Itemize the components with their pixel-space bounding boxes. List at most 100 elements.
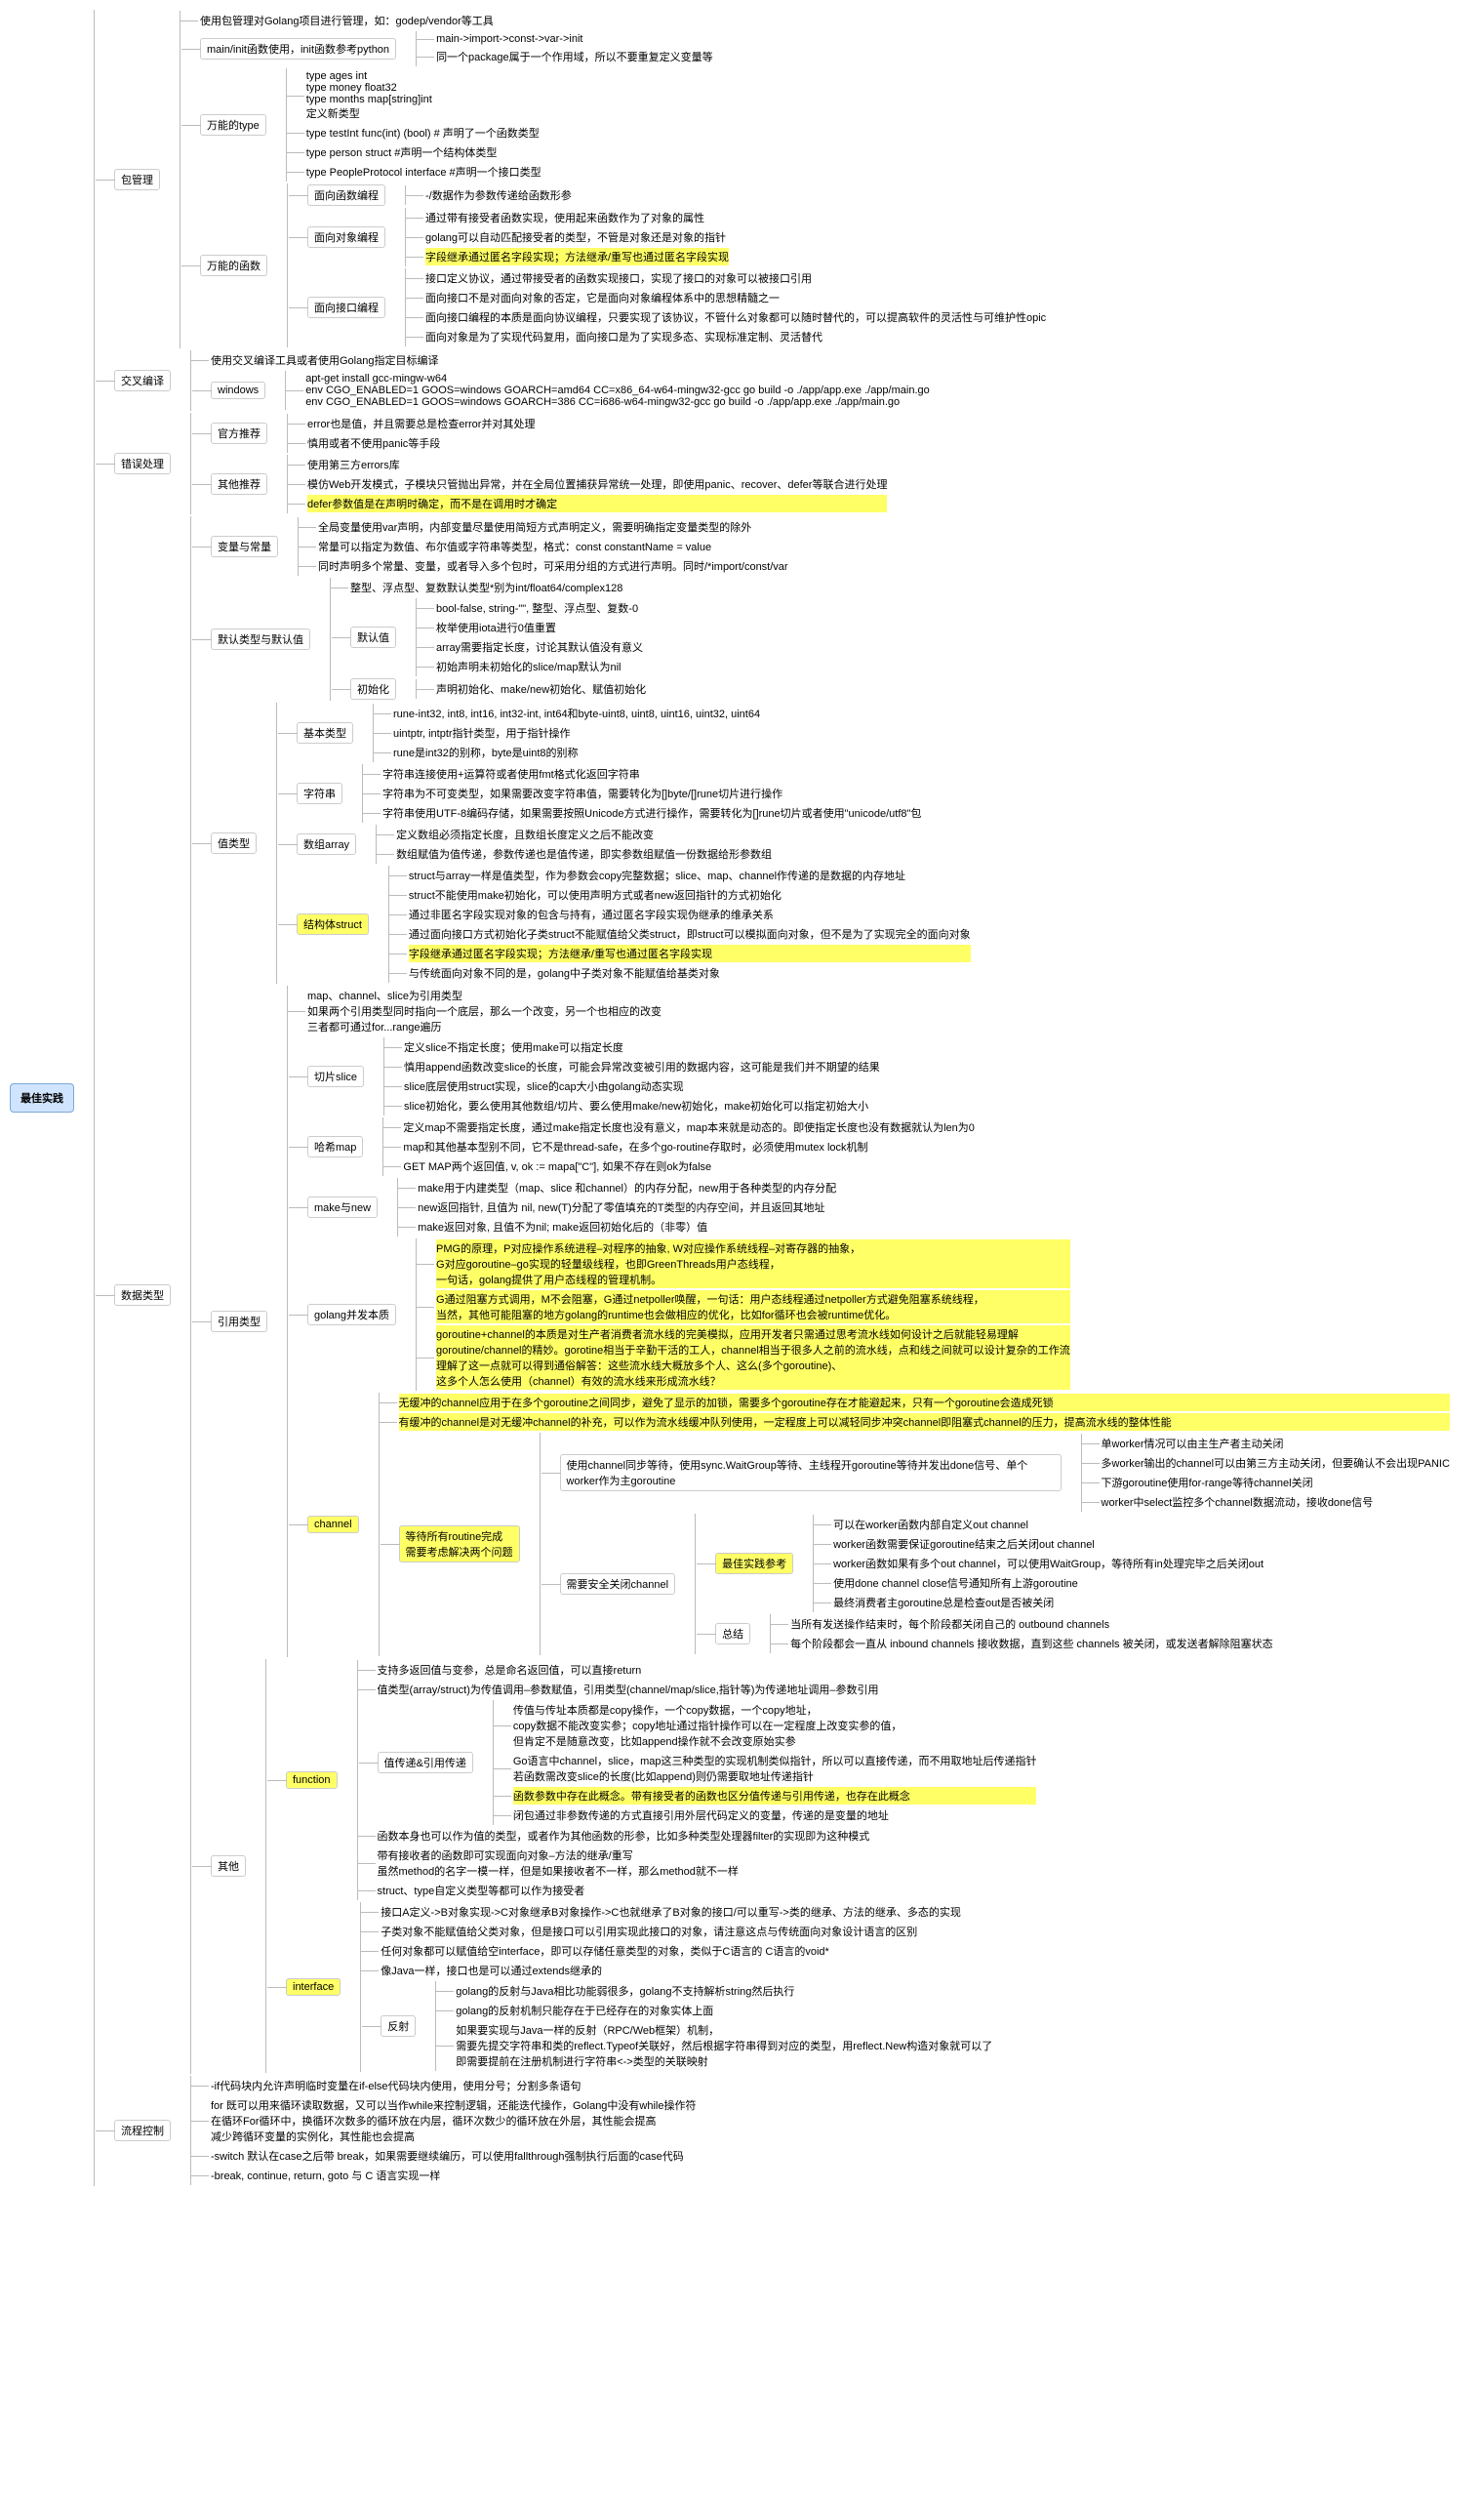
- leaf: struct与array一样是值类型，作为参数会copy完整数据；slice、m…: [409, 867, 971, 884]
- leaf-text: goroutine+channel的本质是对生产者消费者流水线的完美模拟，应用开…: [436, 1326, 1070, 1342]
- leaf: 闭包通过非参数传递的方式直接引用外层代码定义的变量，传递的是变量的地址: [513, 1806, 1037, 1824]
- leaf: rune是int32的别称，byte是uint8的别称: [393, 744, 760, 761]
- leaf: slice初始化，要么使用其他数组/切片、要么使用make/new初始化，mak…: [404, 1097, 880, 1115]
- leaf: 同一个package属于一个作用域，所以不要重复定义变量等: [436, 48, 713, 65]
- leaf-text: G通过阻塞方式调用，M不会阻塞，G通过netpoller唤醒，一句话：用户态线程…: [436, 1291, 1070, 1307]
- leaf: 每个阶段都会一直从 inbound channels 接收数据，直到这些 cha…: [790, 1635, 1273, 1652]
- leaf: -switch 默认在case之后带 break，如果需要继续编历，可以使用fa…: [211, 2147, 697, 2165]
- leaf: 全局变量使用var声明，内部变量尽量使用简短方式声明定义，需要明确指定变量类型的…: [318, 518, 788, 536]
- leaf: apt-get install gcc-mingw-w64 env CGO_EN…: [305, 372, 930, 409]
- leaf-text: env CGO_ENABLED=1 GOOS=windows GOARCH=38…: [305, 396, 930, 408]
- leaf: 多worker输出的channel可以由第三方主动关闭，但要确认不会出现PANI…: [1102, 1454, 1450, 1472]
- leaf: 函数本身也可以作为值的类型，或者作为其他函数的形参，比如多种类型处理器filte…: [378, 1827, 1037, 1845]
- proc-node: 面向函数编程 -/数据作为参数传递给函数形参: [288, 184, 1046, 206]
- leaf: 使用交叉编译工具或者使用Golang指定目标编译: [211, 351, 930, 369]
- leaf: struct、type自定义类型等都可以作为接受者: [378, 1882, 1037, 1899]
- leaf: 通过非匿名字段实现对象的包含与持有，通过匿名字段实现伪继承的维承关系: [409, 906, 971, 923]
- leaf: 同时声明多个常量、变量，或者导入多个包时，可采用分组的方式进行声明。同时/*im…: [318, 557, 788, 575]
- mn-node: make与new make用于内建类型（map、slice 和channel）的…: [288, 1178, 1450, 1237]
- leaf: 整型、浮点型、复数默认类型*别为int/float64/complex128: [350, 579, 646, 596]
- refl-node: 反射 golang的反射与Java相比功能弱很多，golang不支持解析stri…: [361, 1981, 992, 2071]
- leaf: 带有接收者的函数即可实现面向对象–方法的继承/重写 虽然method的名字一模一…: [378, 1846, 1037, 1880]
- leaf-text: 即需要提前在注册机制进行字符串<->类型的关联映射: [456, 2053, 992, 2069]
- leaf: 接口定义协议，通过带接受者的函数实现接口，实现了接口的对象可以被接口引用: [425, 269, 1046, 287]
- leaf: uintptr, intptr指针类型，用于指针操作: [393, 724, 760, 742]
- official-node: 官方推荐 error也是值，并且需要总是检查error并对其处理 慎用或者不使用…: [191, 414, 887, 453]
- leaf: 枚举使用iota进行0值重置: [436, 619, 643, 636]
- leaf: 支持多返回值与变参，总是命名返回值，可以直接return: [378, 1661, 1037, 1679]
- leaf: main->import->const->var->init: [436, 32, 713, 46]
- leaf: 当所有发送操作结束时，每个阶段都关闭自己的 outbound channels: [790, 1615, 1273, 1633]
- leaf: 面向对象是为了实现代码复用，面向接口是为了实现多态、实现标准定制、灵活替代: [425, 328, 1046, 345]
- leaf-hl: 字段继承通过匿名字段实现；方法继承/重写也通过匿名字段实现: [425, 248, 729, 265]
- leaf: 可以在worker函数内部自定义out channel: [833, 1516, 1263, 1533]
- sync-node: 使用channel同步等待，使用sync.WaitGroup等待、主线程开gor…: [541, 1434, 1450, 1512]
- leaf-text: 如果要实现与Java一样的反射（RPC/Web框架）机制，: [456, 2022, 992, 2038]
- leaf: 使用第三方errors库: [307, 456, 887, 473]
- map-node: 哈希map 定义map不需要指定长度，通过make指定长度也没有意义，map本来…: [288, 1117, 1450, 1176]
- leaf-text: goroutine/channel的精妙。gorotine相当于辛勤干活的工人，…: [436, 1342, 1070, 1358]
- leaf-hl: goroutine+channel的本质是对生产者消费者流水线的完美模拟，应用开…: [436, 1325, 1070, 1390]
- leaf: 定义map不需要指定长度，通过make指定长度也没有意义，map本来就是动态的。…: [403, 1118, 975, 1136]
- leaf: 字符串使用UTF-8编码存储，如果需要按照Unicode方式进行操作，需要转化为…: [382, 804, 921, 822]
- leaf: Go语言中channel，slice，map这三种类型的实现机制类似指针，所以可…: [513, 1752, 1037, 1785]
- varconst-node: 变量与常量 全局变量使用var声明，内部变量尽量使用简短方式声明定义，需要明确指…: [191, 517, 1450, 576]
- leaf-text: 传值与传址本质都是copy操作，一个copy数据，一个copy地址，: [513, 1702, 1037, 1718]
- leaf-hl: G通过阻塞方式调用，M不会阻塞，G通过netpoller唤醒，一句话：用户态线程…: [436, 1290, 1070, 1323]
- leaf-text: type money float32: [306, 82, 541, 94]
- leaf: 定义slice不指定长度；使用make可以指定长度: [404, 1038, 880, 1056]
- arr-node: 数组array 定义数组必须指定长度，且数组长度定义之后不能改变 数组赋值为值传…: [277, 825, 971, 864]
- leaf-text: 带有接收者的函数即可实现面向对象–方法的继承/重写: [378, 1847, 1037, 1863]
- leaf: -if代码块内允许声明临时变量在if-else代码块内使用，使用分号；分割多条语…: [211, 2077, 697, 2094]
- leaf-text: 这多个人怎么使用（channel）有效的流水线来形成流水线？: [436, 1373, 1070, 1389]
- leaf-hl: 无缓冲的channel应用于在多个goroutine之间同步，避免了显示的加锁，…: [399, 1394, 1450, 1411]
- leaf: 通过面向接口方式初始化子类struct不能赋值给父类struct，即struct…: [409, 925, 971, 943]
- leaf: golang可以自动匹配接受者的类型，不管是对象还是对象的指针: [425, 228, 729, 246]
- leaf-text: 如果两个引用类型同时指向一个底层，那么一个改变，另一个也相应的改变: [307, 1003, 1450, 1019]
- leaf: 子类对象不能赋值给父类对象，但是接口可以引用实现此接口的对象，请注意这点与传统面…: [381, 1923, 992, 1940]
- deftype-node: 默认类型与默认值 整型、浮点型、复数默认类型*别为int/float64/com…: [191, 578, 1450, 701]
- leaf: 数组赋值为值传递，参数传递也是值传递，即实参数组赋值一份数据给形参数组: [396, 845, 772, 863]
- leaf: golang的反射与Java相比功能弱很多，golang不支持解析string然…: [456, 1982, 992, 2000]
- root-node: 最佳实践: [10, 1083, 74, 1113]
- leaf: 使用done channel close信号通知所有上游goroutine: [833, 1574, 1263, 1592]
- leaf: 慎用或者不使用panic等手段: [307, 434, 535, 452]
- leaf-text: PMG的原理，P对应操作系统进程–对程序的抽象, W对应操作系统线程–对寄存器的…: [436, 1240, 1070, 1256]
- dtype-node: 数据类型 变量与常量 全局变量使用var声明，内部变量尽量使用简短方式声明定义，…: [95, 516, 1450, 2074]
- leaf: 值类型(array/struct)为传值调用–参数赋值，引用类型(channel…: [378, 1681, 1037, 1698]
- leaf: new返回指针, 且值为 nil, new(T)分配了零值填充的T类型的内存空间…: [418, 1198, 836, 1216]
- flow-node: 流程控制 -if代码块内允许声明临时变量在if-else代码块内使用，使用分号；…: [95, 2076, 1450, 2185]
- leaf: 使用包管理对Golang项目进行管理，如：godep/vendor等工具: [200, 12, 1046, 29]
- leaf: make返回对象, 且值不为nil; make返回初始化后的（非零）值: [418, 1218, 836, 1236]
- leaf-text: type ages int: [306, 70, 541, 82]
- leaf-hl: defer参数值是在声明时确定，而不是在调用时才确定: [307, 495, 887, 512]
- other-dtype-node: 其他 function 支持多返回值与变参，总是命名返回值，可以直接return…: [191, 1659, 1450, 2073]
- type-node: 万能的type type ages int type money float32…: [180, 68, 1046, 182]
- leaf-text: copy数据不能改变实参；copy地址通过指针操作可以在一定程度上改变实参的值，: [513, 1718, 1037, 1733]
- leaf: worker函数需要保证goroutine结束之后关闭out channel: [833, 1535, 1263, 1553]
- leaf-text: 但肯定不是随意改变，比如append操作就不会改变原始实参: [513, 1733, 1037, 1749]
- iface-dtype-node: interface 接口A定义->B对象实现->C对象继承B对象操作->C也就继…: [266, 1902, 1036, 2072]
- leaf: golang的反射机制只能存在于已经存在的对象实体上面: [456, 2002, 992, 2019]
- leaf: 常量可以指定为数值、布尔值或字符串等类型，格式：const constantNa…: [318, 538, 788, 555]
- other-err-node: 其他推荐 使用第三方errors库 模仿Web开发模式，子模块只管抛出异常，并在…: [191, 455, 887, 513]
- leaf-text: 虽然method的名字一模一样，但是如果接收者不一样，那么method就不一样: [378, 1863, 1037, 1879]
- leaf: type ages int type money float32 type mo…: [306, 69, 541, 122]
- leaf: 初始声明未初始化的slice/map默认为nil: [436, 658, 643, 675]
- leaf-text: 若函数需改变slice的长度(比如append)则仍需要取地址传递指针: [513, 1768, 1037, 1784]
- leaf: 慎用append函数改变slice的长度，可能会异常改变被引用的数据内容，这可能…: [404, 1058, 880, 1075]
- init-node: 初始化 声明初始化、make/new初始化、赋值初始化: [331, 678, 646, 700]
- leaf: 模仿Web开发模式，子模块只管抛出异常，并在全局位置捕获异常统一处理，即使用pa…: [307, 475, 887, 493]
- leaf: 任何对象都可以赋值给空interface，即可以存储任意类型的对象，类似于C语言…: [381, 1942, 992, 1960]
- leaf: slice底层使用struct实现，slice的cap大小由golang动态实现: [404, 1077, 880, 1095]
- leaf: error也是值，并且需要总是检查error并对其处理: [307, 415, 535, 432]
- leaf-hl: 字段继承通过匿名字段实现；方法继承/重写也通过匿名字段实现: [409, 945, 971, 962]
- sum-node: 总结 当所有发送操作结束时，每个阶段都关闭自己的 outbound channe…: [696, 1614, 1273, 1653]
- leaf: struct不能使用make初始化，可以使用声明方式或者new返回指针的方式初始…: [409, 886, 971, 904]
- leaf: 声明初始化、make/new初始化、赋值初始化: [436, 680, 646, 698]
- leaf-text: map、channel、slice为引用类型: [307, 988, 1450, 1003]
- valtype-node: 值类型 基本类型 rune-int32, int8, int16, int32-…: [191, 703, 1450, 984]
- leaf: map、channel、slice为引用类型 如果两个引用类型同时指向一个底层，…: [307, 987, 1450, 1035]
- leaf-text: type months map[string]int: [306, 94, 541, 105]
- leaf: worker函数如果有多个out channel，可以使用WaitGroup，等…: [833, 1555, 1263, 1572]
